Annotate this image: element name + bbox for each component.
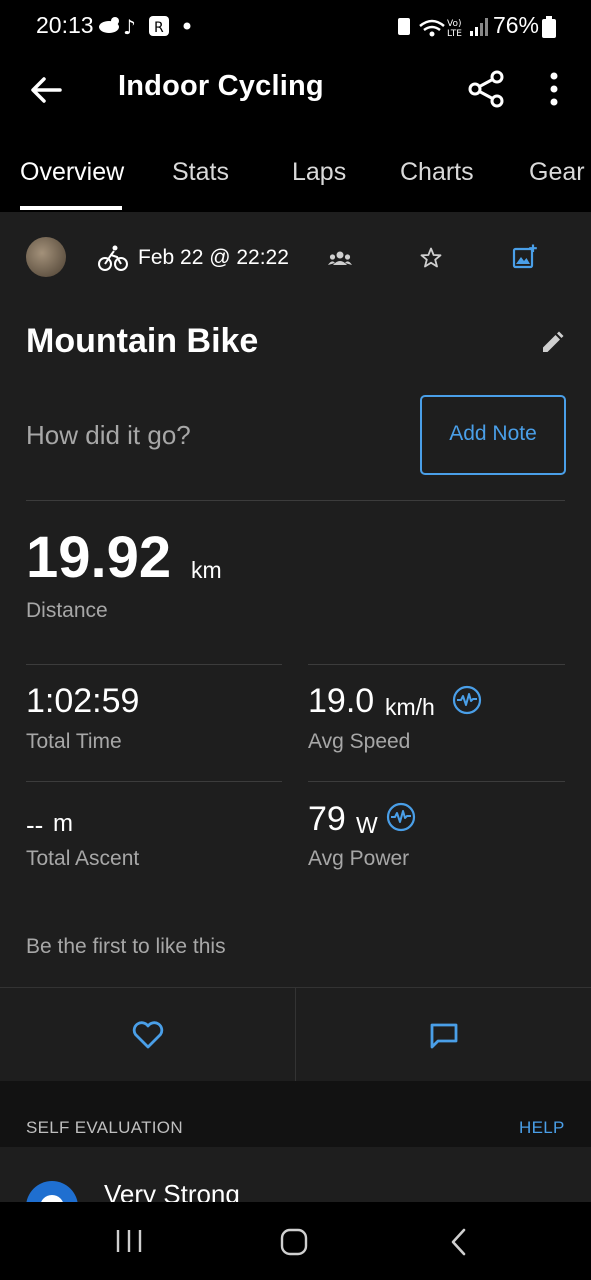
notification-icons: ♪ R [99,15,191,38]
self-evaluation-header: SELF EVALUATION HELP [0,1081,591,1147]
avg-power-chart-icon[interactable] [386,802,416,832]
self-evaluation-item[interactable]: Very Strong [0,1147,591,1202]
comment-button[interactable] [296,988,591,1081]
tab-bar: Overview Stats Laps Charts Gear [0,132,591,212]
active-tab-indicator [20,206,122,210]
divider [26,500,565,501]
battery-icon [542,16,556,38]
add-note-button[interactable]: Add Note [420,395,566,475]
avg-speed-value: 19.0 [308,682,375,720]
activity-name: Mountain Bike [26,322,259,360]
overview-content: Feb 22 @ 22:22 Mountain Bike How did it … [0,212,591,1202]
app-bar: Indoor Cycling [0,52,591,132]
svg-text:LTE: LTE [447,29,462,39]
tab-stats[interactable]: Stats [172,158,229,187]
avatar[interactable] [26,237,66,277]
distance-label: Distance [26,599,108,622]
tab-laps[interactable]: Laps [292,158,346,187]
back-arrow-icon[interactable] [28,72,64,108]
svg-text:Vo): Vo) [447,19,461,29]
page-title: Indoor Cycling [118,70,324,102]
edit-pencil-icon[interactable] [540,331,564,355]
status-time: 20:13 [36,12,94,38]
add-photo-icon[interactable] [512,244,538,270]
system-nav-bar [0,1202,591,1280]
signal-wifi-icons: Vo) LTE [398,18,488,39]
divider [26,664,282,665]
social-actions [0,987,591,1082]
evaluation-indicator-icon [26,1181,78,1202]
group-icon[interactable] [328,250,352,266]
comment-icon [430,1023,458,1049]
total-time-label: Total Time [26,730,122,753]
total-ascent-label: Total Ascent [26,847,140,870]
divider [308,781,565,782]
likes-text: Be the first to like this [26,935,226,958]
distance-unit: km [191,557,222,583]
battery-level: 76% [492,12,539,38]
system-back-icon[interactable] [448,1228,470,1256]
total-ascent-value: -- [26,810,44,840]
tab-gear[interactable]: Gear [529,158,585,187]
distance-value: 19.92 [26,525,172,590]
activity-date: Feb 22 @ 22:22 [138,246,289,269]
avg-power-label: Avg Power [308,847,410,870]
note-prompt: How did it go? [26,420,191,450]
avg-speed-label: Avg Speed [308,730,411,753]
like-button[interactable] [0,988,295,1081]
add-note-label: Add Note [449,422,537,445]
share-icon[interactable] [468,70,504,108]
tab-overview[interactable]: Overview [20,158,124,187]
avg-speed-chart-icon[interactable] [452,685,482,715]
favorite-star-icon[interactable] [420,247,442,269]
divider [26,781,282,782]
more-options-icon[interactable] [546,70,562,110]
self-evaluation-title: SELF EVALUATION [26,1118,183,1137]
cycling-icon [98,245,128,271]
home-icon[interactable] [280,1228,308,1256]
tab-charts[interactable]: Charts [400,158,474,187]
avg-power-value: 79 [308,800,346,838]
heart-icon [132,1021,164,1049]
svg-text:♪: ♪ [123,15,136,38]
recent-apps-icon[interactable] [114,1228,144,1254]
total-time-value: 1:02:59 [26,682,140,720]
status-bar: 20:13 ♪ R Vo) LTE 76% [0,0,591,52]
svg-text:R: R [154,20,164,36]
divider [308,664,565,665]
total-ascent-unit: m [53,810,73,837]
avg-power-unit: W [356,812,378,838]
avg-speed-unit: km/h [385,694,435,720]
self-evaluation-value: Very Strong [104,1179,240,1202]
help-link[interactable]: HELP [519,1118,565,1138]
